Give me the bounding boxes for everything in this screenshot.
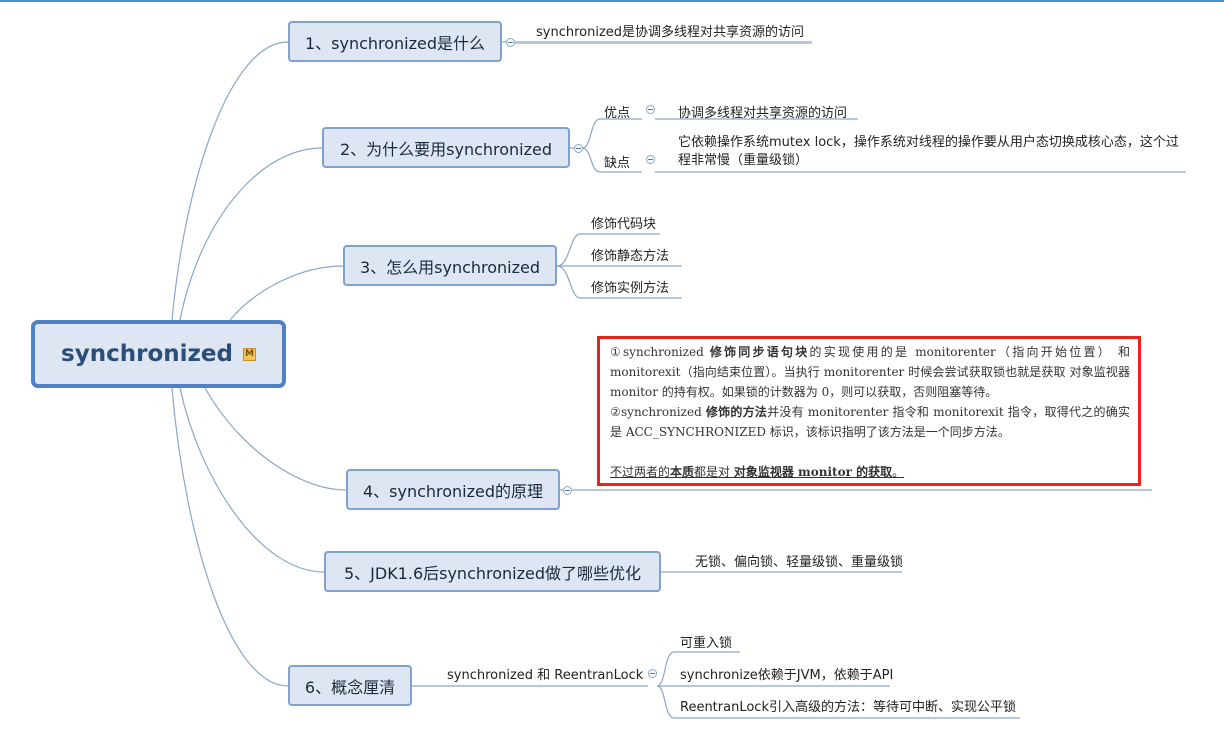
note-paragraph-1: ①synchronized 修饰同步语句块的实现使用的是 monitorente… xyxy=(610,345,1130,399)
leaf-cons-label[interactable]: 缺点 xyxy=(604,152,630,171)
branch-label: 3、怎么用synchronized xyxy=(359,257,541,277)
branch-jdk-optimization[interactable]: 5、JDK1.6后synchronized做了哪些优化 xyxy=(324,551,661,592)
branch-label: 6、概念厘清 xyxy=(304,677,396,697)
leaf-static-method[interactable]: 修饰静态方法 xyxy=(591,245,669,264)
note-paragraph-2: ②synchronized 修饰的方法并没有 monitorenter 指令和 … xyxy=(610,405,1130,439)
branch-label: 1、synchronized是什么 xyxy=(304,33,486,53)
leaf-pros-label[interactable]: 优点 xyxy=(604,102,630,121)
branch-what-is[interactable]: 1、synchronized是什么 xyxy=(288,21,502,62)
collapse-icon[interactable] xyxy=(574,144,583,153)
leaf-reentrant[interactable]: 可重入锁 xyxy=(680,632,732,651)
branch-label: 5、JDK1.6后synchronized做了哪些优化 xyxy=(343,563,642,583)
collapse-icon[interactable] xyxy=(506,38,515,47)
collapse-icon[interactable] xyxy=(646,155,655,164)
leaf-code-block[interactable]: 修饰代码块 xyxy=(591,213,656,232)
leaf-lock-levels[interactable]: 无锁、偏向锁、轻量级锁、重量级锁 xyxy=(695,551,903,570)
collapse-icon[interactable] xyxy=(646,105,655,114)
branch-label: 4、synchronized的原理 xyxy=(362,481,544,501)
collapse-icon[interactable] xyxy=(563,486,572,495)
root-title: synchronized xyxy=(61,341,233,367)
root-node[interactable]: synchronized M xyxy=(31,320,286,388)
leaf-definition[interactable]: synchronized是协调多线程对共享资源的访问 xyxy=(536,21,804,40)
principle-note[interactable]: ①synchronized 修饰同步语句块的实现使用的是 monitorente… xyxy=(597,336,1141,486)
note-spacer xyxy=(610,442,1130,462)
sub-topic-comparison[interactable]: synchronized 和 ReentranLock xyxy=(447,664,643,683)
leaf-jvm-vs-api[interactable]: synchronize依赖于JVM，依赖于API xyxy=(680,664,893,683)
mindmap-marker-icon: M xyxy=(242,347,256,361)
leaf-advanced-features[interactable]: ReentranLock引入高级的方法：等待可中断、实现公平锁 xyxy=(680,696,1016,715)
collapse-icon[interactable] xyxy=(648,669,657,678)
branch-concepts[interactable]: 6、概念厘清 xyxy=(288,665,412,706)
leaf-cons-text[interactable]: 它依赖操作系统mutex lock，操作系统对线程的操作要从用户态切换成核心态，… xyxy=(678,134,1183,170)
leaf-pros-text[interactable]: 协调多线程对共享资源的访问 xyxy=(678,102,847,121)
branch-principle[interactable]: 4、synchronized的原理 xyxy=(346,469,560,510)
leaf-instance-method[interactable]: 修饰实例方法 xyxy=(591,277,669,296)
branch-how-use[interactable]: 3、怎么用synchronized xyxy=(343,245,557,286)
note-paragraph-3: 不过两者的本质都是对 对象监视器 monitor 的获取。 xyxy=(610,465,905,479)
branch-why-use[interactable]: 2、为什么要用synchronized xyxy=(322,127,570,168)
branch-label: 2、为什么要用synchronized xyxy=(339,139,553,159)
